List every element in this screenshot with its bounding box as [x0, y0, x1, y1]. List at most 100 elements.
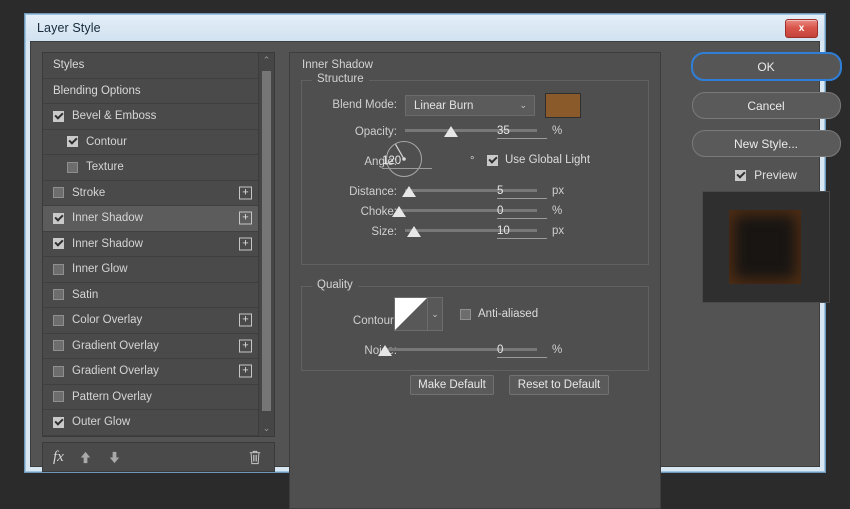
quality-legend: Quality [312, 279, 358, 291]
choke-input[interactable]: 0 [497, 205, 547, 219]
effect-settings-panel: Inner Shadow Structure Blend Mode: Linea… [289, 52, 661, 509]
choke-unit: % [552, 205, 562, 217]
style-enable-checkbox[interactable] [53, 366, 64, 377]
ok-button[interactable]: OK [691, 52, 842, 81]
move-up-icon[interactable] [78, 450, 93, 465]
style-list-item-label: Blending Options [53, 85, 141, 97]
cancel-button[interactable]: Cancel [692, 92, 841, 119]
opacity-thumb[interactable] [444, 126, 458, 137]
style-list-item[interactable]: Satin [43, 283, 258, 309]
delete-icon[interactable] [248, 450, 262, 465]
structure-legend: Structure [312, 73, 369, 85]
reset-to-default-button[interactable]: Reset to Default [509, 375, 609, 395]
noise-input[interactable]: 0 [497, 344, 547, 358]
style-list-item-label: Inner Shadow [72, 212, 143, 224]
opacity-unit: % [552, 125, 562, 137]
contour-label: Contour: [302, 315, 397, 327]
style-list-item[interactable]: Stroke+ [43, 181, 258, 207]
preview-label: Preview [754, 168, 797, 182]
style-list-item-label: Texture [86, 161, 124, 173]
new-style-button[interactable]: New Style... [692, 130, 841, 157]
style-enable-checkbox[interactable] [67, 162, 78, 173]
scroll-up-icon[interactable]: ⌃ [259, 53, 274, 68]
structure-group: Structure Blend Mode: Linear Burn ⌄ Opac… [301, 80, 649, 265]
style-list-item[interactable]: Inner Glow [43, 257, 258, 283]
title-bar: Layer Style x [26, 15, 824, 41]
style-enable-checkbox[interactable] [53, 111, 64, 122]
use-global-light-checkbox[interactable]: Use Global Light [487, 154, 590, 166]
choke-thumb[interactable] [392, 206, 406, 217]
style-enable-checkbox[interactable] [53, 340, 64, 351]
preview-shape [729, 210, 801, 284]
preview-check-icon [735, 170, 746, 181]
style-list-item-label: Outer Glow [72, 416, 130, 428]
make-default-button[interactable]: Make Default [410, 375, 494, 395]
angle-input[interactable]: 120 [382, 155, 432, 169]
add-effect-icon[interactable]: + [239, 186, 252, 199]
style-list-item[interactable]: Contour [43, 130, 258, 156]
anti-aliased-checkbox[interactable]: Anti-aliased [460, 308, 538, 320]
close-icon[interactable]: x [785, 19, 818, 38]
size-input[interactable]: 10 [497, 225, 547, 239]
style-list-item-label: Bevel & Emboss [72, 110, 156, 122]
style-enable-checkbox[interactable] [53, 391, 64, 402]
style-list-item[interactable]: Bevel & Emboss [43, 104, 258, 130]
style-list-item[interactable]: Gradient Overlay+ [43, 359, 258, 385]
blend-mode-select[interactable]: Linear Burn ⌄ [405, 95, 535, 116]
style-enable-checkbox[interactable] [53, 213, 64, 224]
blend-mode-label: Blend Mode: [302, 99, 397, 111]
contour-curve-icon [395, 298, 427, 330]
contour-dropdown-icon[interactable]: ⌄ [428, 297, 443, 331]
style-enable-checkbox[interactable] [53, 238, 64, 249]
styles-scrollbar[interactable]: ⌃ ⌄ [258, 53, 274, 436]
style-list-item[interactable]: Blending Options [43, 79, 258, 105]
style-enable-checkbox[interactable] [53, 187, 64, 198]
style-list-item[interactable]: Gradient Overlay+ [43, 334, 258, 360]
style-enable-checkbox[interactable] [67, 136, 78, 147]
style-list-item-label: Contour [86, 136, 127, 148]
add-effect-icon[interactable]: + [239, 237, 252, 250]
angle-unit: ° [470, 155, 475, 167]
noise-thumb[interactable] [378, 345, 392, 356]
add-effect-icon[interactable]: + [239, 339, 252, 352]
add-effect-icon[interactable]: + [239, 314, 252, 327]
scrollbar-thumb[interactable] [262, 71, 271, 411]
action-panel: OK Cancel New Style... Preview [677, 52, 850, 303]
style-list-item[interactable]: Pattern Overlay [43, 385, 258, 411]
style-list-item-label: Inner Shadow [72, 238, 143, 250]
window-title: Layer Style [37, 21, 101, 35]
style-list-item[interactable]: Outer Glow [43, 410, 258, 436]
scroll-down-icon[interactable]: ⌄ [259, 421, 274, 436]
anti-aliased-check-icon [460, 309, 471, 320]
contour-preview[interactable] [394, 297, 428, 331]
style-list-item[interactable]: Inner Shadow + [43, 206, 258, 232]
style-enable-checkbox[interactable] [53, 315, 64, 326]
style-list-item[interactable]: Styles [43, 53, 258, 79]
move-down-icon[interactable] [107, 450, 122, 465]
distance-unit: px [552, 185, 564, 197]
distance-thumb[interactable] [402, 186, 416, 197]
style-enable-checkbox[interactable] [53, 264, 64, 275]
layer-style-dialog: Layer Style x Styles Blending Options Beve… [25, 14, 825, 472]
style-list-item[interactable]: Texture [43, 155, 258, 181]
quality-group: Quality Contour: ⌄ Anti-aliased Noise: [301, 286, 649, 371]
style-enable-checkbox[interactable] [53, 417, 64, 428]
add-effect-icon[interactable]: + [239, 365, 252, 378]
styles-list[interactable]: Styles Blending Options Bevel & Emboss Cont… [43, 53, 258, 436]
choke-label: Choke: [302, 206, 397, 218]
style-enable-checkbox[interactable] [53, 289, 64, 300]
use-global-light-check-icon [487, 155, 498, 166]
preview-checkbox[interactable]: Preview [677, 168, 850, 182]
shadow-color-swatch[interactable] [545, 93, 581, 118]
style-list-item[interactable]: Color Overlay+ [43, 308, 258, 334]
style-list-item[interactable]: Inner Shadow + [43, 232, 258, 258]
fx-toolbar: fx [42, 442, 275, 472]
add-effect-icon[interactable]: + [239, 212, 252, 225]
size-thumb[interactable] [407, 226, 421, 237]
blend-mode-value: Linear Burn [414, 100, 473, 112]
distance-input[interactable]: 5 [497, 185, 547, 199]
fx-icon[interactable]: fx [53, 449, 64, 466]
size-label: Size: [302, 226, 397, 238]
opacity-input[interactable]: 35 [497, 125, 547, 139]
dialog-body: Styles Blending Options Bevel & Emboss Cont… [30, 41, 820, 467]
